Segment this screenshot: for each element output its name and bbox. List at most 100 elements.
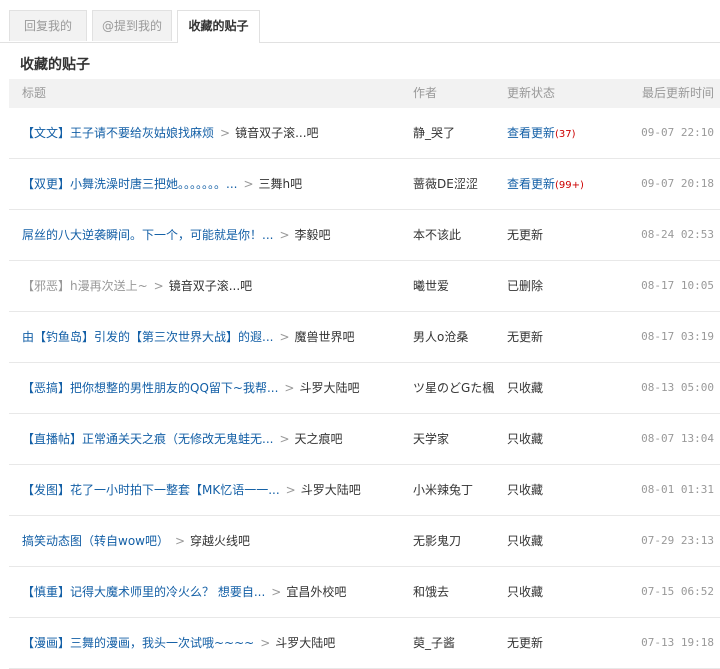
table-row: 【发图】花了一小时拍下一整套【MK忆语一一... > 斗罗大陆吧 小米辣兔丁 只收藏 08… (9, 465, 720, 516)
table-header: 标题 作者 更新状态 最后更新时间 (9, 79, 720, 108)
thread-title-link[interactable]: 【恶搞】把你想整的男性朋友的QQ留下~我帮... (22, 381, 278, 395)
author-name: 无影鬼刀 (413, 534, 462, 548)
favorites-table: 【文文】王子请不要给灰姑娘找麻烦 > 镜音双子滚...吧 静_哭了 查看更新(37) 09… (9, 108, 720, 669)
last-update-time: 08-07 13:04 (641, 432, 714, 445)
last-update-time: 08-13 05:00 (641, 381, 714, 394)
title-cell: 【发图】花了一小时拍下一整套【MK忆语一一... > 斗罗大陆吧 (22, 482, 407, 498)
last-update-time: 08-01 01:31 (641, 483, 714, 496)
last-update-time: 07-13 19:18 (641, 636, 714, 649)
table-row: 【双更】小舞洗澡时唐三把她。。。。。。。... > 三舞h吧 蔷薇DE涩涩 查看更新(9… (9, 159, 720, 210)
last-update-time: 07-29 23:13 (641, 534, 714, 547)
author-name: 小米辣兔丁 (413, 483, 474, 497)
view-updates-link[interactable]: 查看更新 (507, 126, 555, 140)
chevron-right-icon: > (220, 126, 231, 140)
update-status: 只收藏 (507, 533, 543, 549)
thread-title-link[interactable]: 由【钓鱼岛】引发的【第三次世界大战】的遐... (22, 330, 273, 344)
chevron-right-icon: > (174, 534, 186, 548)
last-update-time: 08-24 02:53 (641, 228, 714, 241)
forum-link[interactable]: 魔兽世界吧 (295, 330, 355, 344)
forum-link[interactable]: 镜音双子滚...吧 (235, 126, 318, 140)
author-name: 本不该此 (413, 228, 462, 242)
update-count-badge: (37) (555, 129, 576, 140)
thread-title-link[interactable]: 【双更】小舞洗澡时唐三把她。。。。。。。... (22, 177, 237, 191)
forum-link[interactable]: 天之痕吧 (295, 432, 343, 446)
chevron-right-icon: > (260, 636, 271, 650)
thread-title-link[interactable]: 【发图】花了一小时拍下一整套【MK忆语一一... (22, 483, 280, 497)
title-cell: 搞笑动态图（转自wow吧） > 穿越火线吧 (22, 533, 407, 549)
table-row: 搞笑动态图（转自wow吧） > 穿越火线吧 无影鬼刀 只收藏 07-29 23:13 (9, 516, 720, 567)
last-update-time: 08-17 03:19 (641, 330, 714, 343)
table-row: 【漫画】三舞的漫画，我头一次试哦~~~~ > 斗罗大陆吧 萸_子酱 无更新 07-13 1… (9, 618, 720, 669)
title-cell: 屌丝的八大逆袭瞬间。下一个，可能就是你！... > 李毅吧 (22, 227, 407, 243)
author-name: 天学家 (413, 432, 450, 446)
table-row: 【慎重】记得大魔术师里的冷火么？ 想要自... > 宜昌外校吧 和饿去 只收藏 07-15… (9, 567, 720, 618)
update-count-badge: (99+) (555, 180, 584, 191)
thread-title-link[interactable]: 屌丝的八大逆袭瞬间。下一个，可能就是你！... (22, 228, 273, 242)
title-cell: 【恶搞】把你想整的男性朋友的QQ留下~我帮... > 斗罗大陆吧 (22, 380, 407, 396)
tab-mentions[interactable]: @提到我的 (92, 10, 172, 41)
update-status: 已删除 (507, 278, 543, 294)
title-cell: 由【钓鱼岛】引发的【第三次世界大战】的遐... > 魔兽世界吧 (22, 329, 407, 345)
chevron-right-icon: > (279, 432, 290, 446)
thread-title-link[interactable]: 【慎重】记得大魔术师里的冷火么？ 想要自... (22, 585, 265, 599)
status-text: 无更新 (507, 330, 544, 344)
last-update-time: 07-15 06:52 (641, 585, 714, 598)
tab-replies[interactable]: 回复我的 (9, 10, 87, 41)
forum-link[interactable]: 斗罗大陆吧 (301, 483, 361, 497)
title-cell: 【慎重】记得大魔术师里的冷火么？ 想要自... > 宜昌外校吧 (22, 584, 407, 600)
author-name: 蔷薇DE涩涩 (413, 177, 478, 191)
status-text: 已删除 (507, 279, 544, 293)
forum-link[interactable]: 三舞h吧 (259, 177, 303, 191)
title-cell: 【文文】王子请不要给灰姑娘找麻烦 > 镜音双子滚...吧 (22, 125, 407, 141)
author-name: 静_哭了 (413, 126, 456, 140)
title-cell: 【邪恶】h漫再次送上~ > 镜音双子滚...吧 (22, 278, 407, 294)
table-row: 【邪恶】h漫再次送上~ > 镜音双子滚...吧 曦世爱 已删除 08-17 10:05 (9, 261, 720, 312)
status-text: 只收藏 (507, 585, 544, 599)
author-name: 曦世爱 (413, 279, 450, 293)
forum-link[interactable]: 李毅吧 (295, 228, 331, 242)
status-text: 无更新 (507, 228, 544, 242)
author-name: 萸_子酱 (413, 636, 456, 650)
chevron-right-icon: > (243, 177, 254, 191)
table-row: 【恶搞】把你想整的男性朋友的QQ留下~我帮... > 斗罗大陆吧 ツ星のどGた楓 只收藏… (9, 363, 720, 414)
forum-link[interactable]: 镜音双子滚...吧 (169, 279, 252, 293)
title-cell: 【直播帖】正常通关天之痕（无修改无鬼蛙无... > 天之痕吧 (22, 431, 407, 447)
author-name: 和饿去 (413, 585, 450, 599)
thread-title-link[interactable]: 【直播帖】正常通关天之痕（无修改无鬼蛙无... (22, 432, 273, 446)
status-text: 只收藏 (507, 534, 544, 548)
last-update-time: 08-17 10:05 (641, 279, 714, 292)
thread-title-link[interactable]: 【邪恶】h漫再次送上~ (22, 279, 148, 293)
thread-title-link[interactable]: 搞笑动态图（转自wow吧） (22, 534, 169, 548)
table-row: 由【钓鱼岛】引发的【第三次世界大战】的遐... > 魔兽世界吧 男人o沧桑 无更新 08-… (9, 312, 720, 363)
update-status: 只收藏 (507, 482, 543, 498)
forum-link[interactable]: 宜昌外校吧 (286, 585, 346, 599)
thread-title-link[interactable]: 【文文】王子请不要给灰姑娘找麻烦 (22, 126, 214, 140)
update-status: 无更新 (507, 635, 543, 651)
update-status: 无更新 (507, 227, 543, 243)
tab-bar: 回复我的 @提到我的 收藏的贴子 (0, 0, 720, 43)
tab-favorites[interactable]: 收藏的贴子 (177, 10, 260, 43)
forum-link[interactable]: 斗罗大陆吧 (275, 636, 335, 650)
forum-link[interactable]: 斗罗大陆吧 (299, 381, 359, 395)
forum-link[interactable]: 穿越火线吧 (190, 534, 250, 548)
thread-title-link[interactable]: 【漫画】三舞的漫画，我头一次试哦~~~~ (22, 636, 254, 650)
table-row: 【文文】王子请不要给灰姑娘找麻烦 > 镜音双子滚...吧 静_哭了 查看更新(37) 09… (9, 108, 720, 159)
chevron-right-icon: > (153, 279, 164, 293)
status-text: 只收藏 (507, 381, 544, 395)
update-status: 无更新 (507, 329, 543, 345)
status-text: 只收藏 (507, 432, 544, 446)
chevron-right-icon: > (279, 228, 290, 242)
view-updates-link[interactable]: 查看更新 (507, 177, 555, 191)
last-update-time: 09-07 20:18 (641, 177, 714, 190)
title-cell: 【漫画】三舞的漫画，我头一次试哦~~~~ > 斗罗大陆吧 (22, 635, 407, 651)
section-title: 收藏的贴子 (20, 57, 90, 73)
table-row: 屌丝的八大逆袭瞬间。下一个，可能就是你！... > 李毅吧 本不该此 无更新 08-24 … (9, 210, 720, 261)
author-name: 男人o沧桑 (413, 330, 469, 344)
chevron-right-icon: > (284, 381, 295, 395)
header-title: 标题 (22, 86, 47, 100)
chevron-right-icon: > (285, 483, 296, 497)
status-text: 只收藏 (507, 483, 544, 497)
title-cell: 【双更】小舞洗澡时唐三把她。。。。。。。... > 三舞h吧 (22, 176, 407, 192)
header-author: 作者 (413, 86, 438, 100)
chevron-right-icon: > (279, 330, 290, 344)
